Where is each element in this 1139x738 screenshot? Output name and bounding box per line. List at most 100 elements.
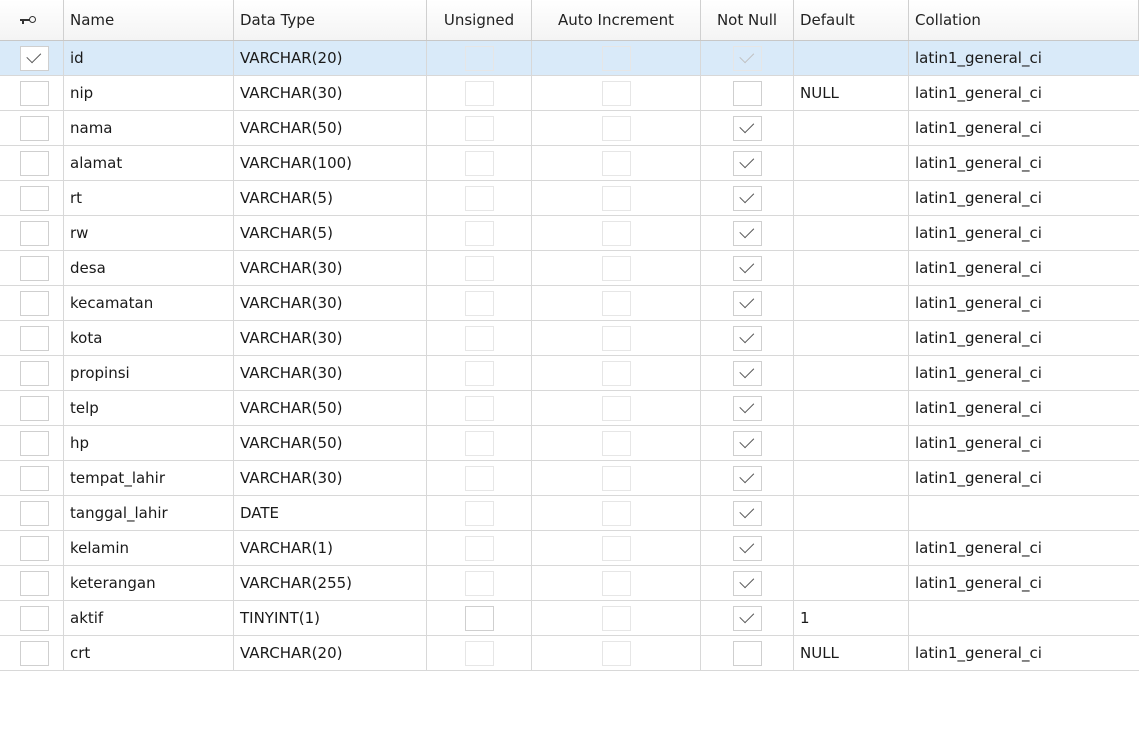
data-type-cell[interactable]: VARCHAR(5) (234, 181, 427, 215)
unsigned-checkbox[interactable] (464, 220, 494, 246)
auto-increment-checkbox[interactable] (601, 290, 631, 316)
primary-key-cell[interactable] (0, 531, 64, 565)
unsigned-checkbox[interactable] (464, 290, 494, 316)
unsigned-checkbox[interactable] (464, 500, 494, 526)
auto-increment-cell[interactable] (532, 76, 701, 110)
primary-key-checkbox[interactable] (20, 395, 49, 421)
unsigned-cell[interactable] (427, 461, 532, 495)
not-null-cell[interactable] (701, 146, 794, 180)
collation-cell[interactable]: latin1_general_ci (909, 41, 1139, 75)
primary-key-checkbox[interactable] (20, 255, 49, 281)
column-name-cell[interactable]: nama (64, 111, 234, 145)
collation-cell[interactable]: latin1_general_ci (909, 111, 1139, 145)
column-name-cell[interactable]: telp (64, 391, 234, 425)
not-null-cell[interactable] (701, 426, 794, 460)
collation-cell[interactable]: latin1_general_ci (909, 636, 1139, 670)
not-null-cell[interactable] (701, 601, 794, 635)
not-null-checkbox[interactable] (732, 290, 762, 316)
not-null-checkbox[interactable] (732, 570, 762, 596)
table-row[interactable]: aktif TINYINT(1) 1 (0, 601, 1139, 636)
auto-increment-cell[interactable] (532, 216, 701, 250)
unsigned-checkbox[interactable] (464, 80, 494, 106)
column-header-data-type[interactable]: Data Type (234, 0, 427, 40)
column-name-cell[interactable]: aktif (64, 601, 234, 635)
primary-key-checkbox[interactable] (20, 220, 49, 246)
column-header-name[interactable]: Name (64, 0, 234, 40)
primary-key-cell[interactable] (0, 41, 64, 75)
data-type-cell[interactable]: VARCHAR(255) (234, 566, 427, 600)
unsigned-cell[interactable] (427, 111, 532, 145)
data-type-cell[interactable]: VARCHAR(30) (234, 76, 427, 110)
unsigned-cell[interactable] (427, 321, 532, 355)
auto-increment-checkbox[interactable] (601, 45, 631, 71)
default-cell[interactable]: NULL (794, 636, 909, 670)
auto-increment-checkbox[interactable] (601, 360, 631, 386)
auto-increment-cell[interactable] (532, 636, 701, 670)
not-null-checkbox[interactable] (732, 500, 762, 526)
primary-key-checkbox[interactable] (20, 325, 49, 351)
auto-increment-cell[interactable] (532, 181, 701, 215)
not-null-checkbox[interactable] (732, 465, 762, 491)
primary-key-checkbox[interactable] (20, 150, 49, 176)
table-row[interactable]: keterangan VARCHAR(255) latin1_general_ci (0, 566, 1139, 601)
table-row[interactable]: rt VARCHAR(5) latin1_general_ci (0, 181, 1139, 216)
data-type-cell[interactable]: VARCHAR(50) (234, 111, 427, 145)
not-null-cell[interactable] (701, 286, 794, 320)
primary-key-cell[interactable] (0, 146, 64, 180)
primary-key-checkbox[interactable] (20, 465, 49, 491)
default-cell[interactable]: 1 (794, 601, 909, 635)
primary-key-cell[interactable] (0, 391, 64, 425)
not-null-checkbox[interactable] (732, 535, 762, 561)
unsigned-checkbox[interactable] (464, 535, 494, 561)
primary-key-checkbox[interactable] (20, 430, 49, 456)
data-type-cell[interactable]: VARCHAR(5) (234, 216, 427, 250)
collation-cell[interactable]: latin1_general_ci (909, 146, 1139, 180)
auto-increment-checkbox[interactable] (601, 150, 631, 176)
unsigned-cell[interactable] (427, 496, 532, 530)
column-name-cell[interactable]: id (64, 41, 234, 75)
data-type-cell[interactable]: VARCHAR(50) (234, 426, 427, 460)
primary-key-checkbox[interactable] (20, 605, 49, 631)
auto-increment-checkbox[interactable] (601, 220, 631, 246)
data-type-cell[interactable]: TINYINT(1) (234, 601, 427, 635)
default-cell[interactable] (794, 181, 909, 215)
primary-key-cell[interactable] (0, 286, 64, 320)
table-row[interactable]: nip VARCHAR(30) NULL latin1_general_ci (0, 76, 1139, 111)
unsigned-checkbox[interactable] (464, 605, 494, 631)
data-type-cell[interactable]: VARCHAR(1) (234, 531, 427, 565)
column-header-collation[interactable]: Collation (909, 0, 1139, 40)
primary-key-cell[interactable] (0, 601, 64, 635)
primary-key-cell[interactable] (0, 426, 64, 460)
auto-increment-checkbox[interactable] (601, 500, 631, 526)
column-name-cell[interactable]: rt (64, 181, 234, 215)
unsigned-cell[interactable] (427, 391, 532, 425)
unsigned-cell[interactable] (427, 216, 532, 250)
collation-cell[interactable]: latin1_general_ci (909, 321, 1139, 355)
auto-increment-cell[interactable] (532, 566, 701, 600)
auto-increment-cell[interactable] (532, 111, 701, 145)
default-cell[interactable] (794, 356, 909, 390)
column-name-cell[interactable]: kecamatan (64, 286, 234, 320)
column-name-cell[interactable]: kota (64, 321, 234, 355)
primary-key-checkbox[interactable] (20, 290, 49, 316)
column-name-cell[interactable]: kelamin (64, 531, 234, 565)
auto-increment-cell[interactable] (532, 601, 701, 635)
primary-key-cell[interactable] (0, 111, 64, 145)
unsigned-checkbox[interactable] (464, 185, 494, 211)
data-type-cell[interactable]: VARCHAR(30) (234, 286, 427, 320)
not-null-cell[interactable] (701, 566, 794, 600)
table-row[interactable]: nama VARCHAR(50) latin1_general_ci (0, 111, 1139, 146)
unsigned-checkbox[interactable] (464, 570, 494, 596)
data-type-cell[interactable]: VARCHAR(50) (234, 391, 427, 425)
default-cell[interactable] (794, 321, 909, 355)
collation-cell[interactable]: latin1_general_ci (909, 426, 1139, 460)
not-null-checkbox[interactable] (732, 255, 762, 281)
auto-increment-checkbox[interactable] (601, 570, 631, 596)
collation-cell[interactable]: latin1_general_ci (909, 391, 1139, 425)
unsigned-checkbox[interactable] (464, 255, 494, 281)
table-row[interactable]: rw VARCHAR(5) latin1_general_ci (0, 216, 1139, 251)
not-null-checkbox[interactable] (732, 115, 762, 141)
collation-cell[interactable]: latin1_general_ci (909, 181, 1139, 215)
auto-increment-cell[interactable] (532, 321, 701, 355)
column-name-cell[interactable]: tempat_lahir (64, 461, 234, 495)
